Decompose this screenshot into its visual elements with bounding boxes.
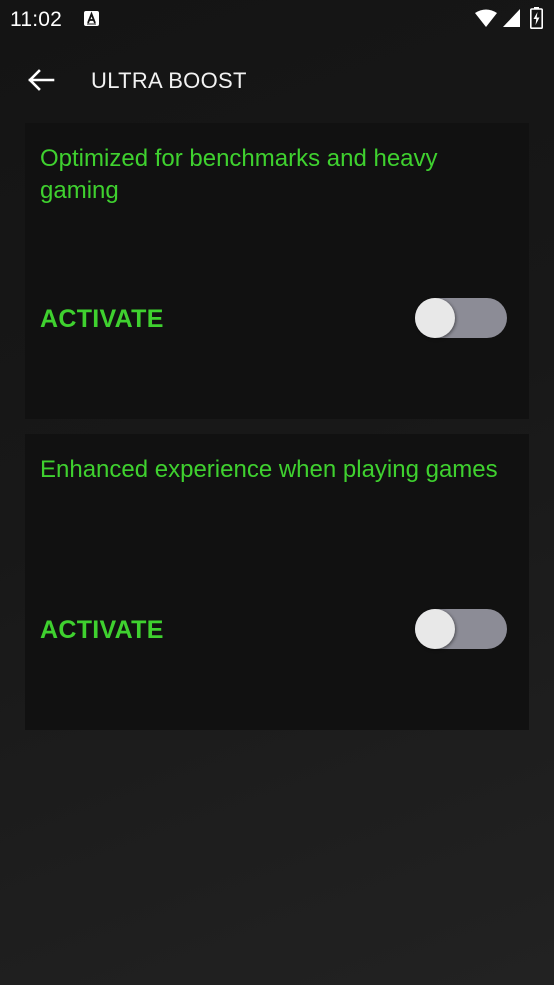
app-bar: ULTRA BOOST bbox=[0, 50, 554, 110]
toggle-thumb bbox=[415, 609, 455, 649]
gaming-mode-card: Enhanced experience when playing games A… bbox=[25, 434, 529, 730]
arrow-left-icon bbox=[28, 69, 55, 91]
text-a-notification-icon bbox=[84, 11, 99, 26]
cell-signal-icon bbox=[503, 9, 520, 27]
activate-label: ACTIVATE bbox=[40, 305, 164, 333]
benchmark-mode-card: Optimized for benchmarks and heavy gamin… bbox=[25, 123, 529, 419]
status-time: 11:02 bbox=[10, 8, 62, 31]
page-title: ULTRA BOOST bbox=[91, 68, 247, 93]
activate-toggle[interactable] bbox=[415, 609, 507, 649]
battery-charging-icon bbox=[530, 7, 543, 29]
mode-description: Enhanced experience when playing games bbox=[40, 456, 498, 483]
activate-toggle[interactable] bbox=[415, 298, 507, 338]
activate-label: ACTIVATE bbox=[40, 616, 164, 644]
status-bar: 11:02 bbox=[0, 0, 554, 38]
back-button[interactable] bbox=[22, 62, 60, 98]
toggle-thumb bbox=[415, 298, 455, 338]
wifi-icon bbox=[475, 9, 497, 27]
mode-description: Optimized for benchmarks and heavy gamin… bbox=[40, 145, 438, 204]
